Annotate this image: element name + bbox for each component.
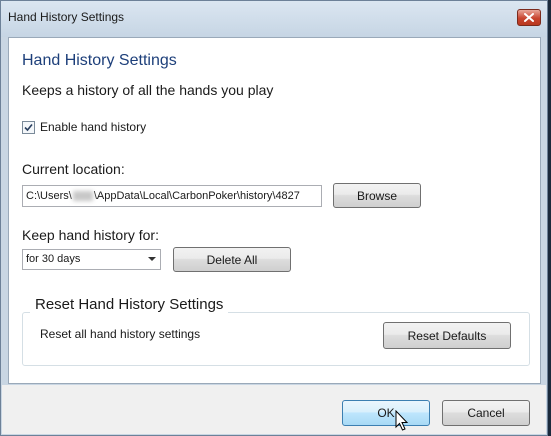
keep-history-label: Keep hand history for: (22, 227, 159, 243)
chevron-down-icon (148, 257, 156, 261)
cancel-button[interactable]: Cancel (442, 400, 530, 426)
window-title: Hand History Settings (8, 10, 125, 24)
description-text: Keeps a history of all the hands you pla… (22, 82, 274, 98)
keep-duration-select[interactable]: for 30 days (22, 249, 161, 270)
enable-hand-history-checkbox[interactable] (22, 120, 35, 134)
reset-group-title: Reset Hand History Settings (30, 296, 229, 313)
enable-hand-history-label: Enable hand history (40, 120, 147, 134)
browse-button[interactable]: Browse (333, 183, 421, 208)
dialog-footer: OK Cancel (2, 385, 546, 434)
title-bar[interactable]: Hand History Settings (1, 1, 547, 37)
path-prefix: C:\Users\ (26, 190, 72, 202)
dialog-window: Hand History Settings Hand History Setti… (0, 0, 548, 436)
page-title: Hand History Settings (22, 52, 177, 69)
dialog-content: Hand History Settings Keeps a history of… (8, 37, 541, 384)
reset-group-description: Reset all hand history settings (40, 327, 201, 341)
current-location-label: Current location: (22, 161, 125, 177)
close-icon (524, 13, 534, 22)
checkmark-icon (24, 123, 33, 131)
redacted-username (72, 191, 93, 202)
location-path-field[interactable]: C:\Users\ \AppData\Local\CarbonPoker\hist… (22, 185, 322, 207)
keep-duration-value: for 30 days (26, 253, 81, 265)
delete-all-button[interactable]: Delete All (173, 247, 291, 272)
reset-defaults-button[interactable]: Reset Defaults (383, 322, 511, 349)
ok-button[interactable]: OK (342, 400, 430, 426)
enable-hand-history-option[interactable]: Enable hand history (22, 120, 146, 134)
path-suffix: \AppData\Local\CarbonPoker\history\4827 (93, 190, 300, 202)
close-button[interactable] (517, 9, 541, 26)
